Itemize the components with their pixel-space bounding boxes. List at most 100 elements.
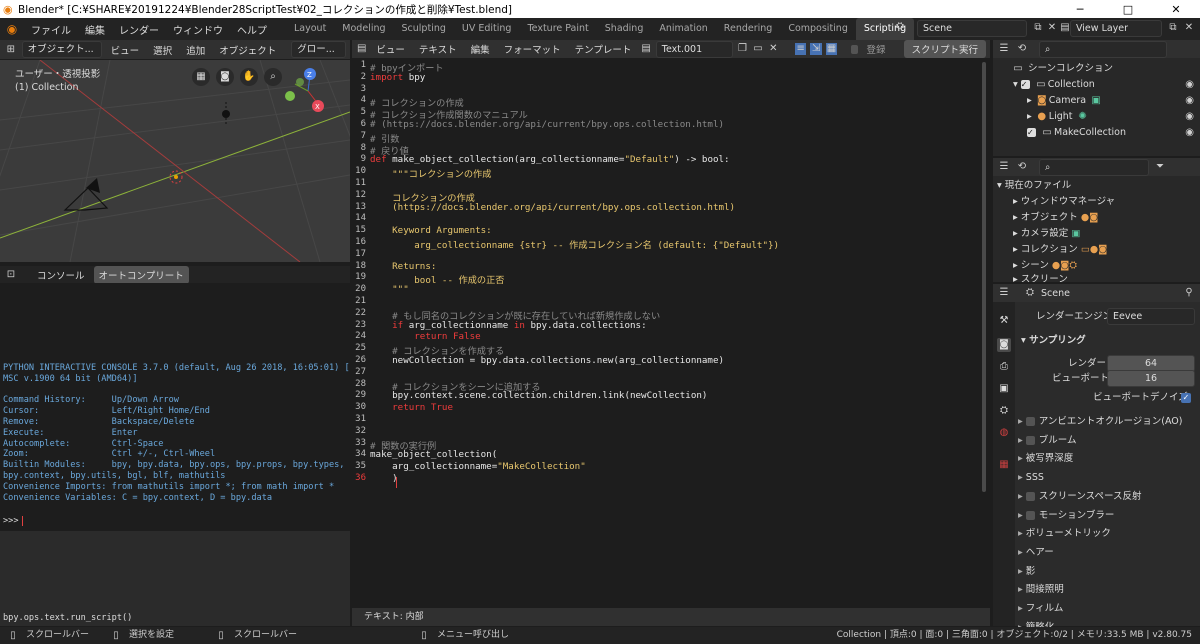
- 3d-viewport[interactable]: ユーザー・透視投影 (1) Collection ▦ ◙ ✋ ⌕ ZX: [0, 60, 350, 262]
- menu-window[interactable]: ウィンドウ: [166, 22, 230, 37]
- collection-checkbox[interactable]: [1020, 77, 1030, 92]
- viewport-menu-view[interactable]: ビュー: [106, 41, 145, 59]
- tab-animation[interactable]: Animation: [651, 18, 715, 40]
- camera-view-icon[interactable]: ◙: [216, 68, 234, 86]
- open-text-icon[interactable]: ▭: [752, 43, 763, 55]
- render-engine-dropdown[interactable]: Eevee: [1107, 308, 1195, 325]
- navigation-gizmo[interactable]: ZX: [282, 66, 332, 116]
- scene-selector[interactable]: Scene: [917, 20, 1027, 37]
- tab-sculpting[interactable]: Sculpting: [394, 18, 454, 40]
- viewport-samples-field[interactable]: 16: [1107, 370, 1195, 387]
- viewport-menu-object[interactable]: オブジェクト: [214, 41, 281, 59]
- menu-render[interactable]: レンダー: [112, 22, 166, 37]
- section-4[interactable]: ▸ スクリーンスペース反射: [1018, 488, 1198, 506]
- tab-uv-editing[interactable]: UV Editing: [454, 18, 520, 40]
- tab-shading[interactable]: Shading: [597, 18, 652, 40]
- file-cameras[interactable]: ▸ カメラ設定 ▣: [1013, 226, 1080, 241]
- properties-editor-type-icon[interactable]: ☰: [997, 287, 1011, 299]
- section-2[interactable]: ▸ 被写界深度: [1018, 450, 1198, 468]
- file-search-input[interactable]: ⌕: [1039, 158, 1149, 176]
- menu-help[interactable]: ヘルプ: [230, 22, 274, 37]
- new-scene-icon[interactable]: ⧉: [1031, 22, 1045, 34]
- outliner-item-collection[interactable]: ▾ ▭Collection◉: [1013, 77, 1200, 92]
- file-collections[interactable]: ▸ コレクション ▭●◙: [1013, 242, 1107, 257]
- menu-edit[interactable]: 編集: [78, 22, 112, 37]
- texture-tab-icon[interactable]: ▦: [997, 458, 1011, 472]
- editor-type-icon[interactable]: ⊞: [4, 44, 18, 56]
- tab-rendering[interactable]: Rendering: [716, 18, 781, 40]
- file-scenes[interactable]: ▸ シーン ●◙⛭: [1013, 258, 1077, 273]
- text-menu-edit[interactable]: 編集: [466, 40, 495, 58]
- zoom-icon[interactable]: ⌕: [264, 68, 282, 86]
- section-7[interactable]: ▸ ヘアー: [1018, 544, 1198, 562]
- file-objects[interactable]: ▸ オブジェクト ●◙: [1013, 210, 1098, 225]
- editor-scrollbar[interactable]: [982, 62, 986, 492]
- transform-orientation[interactable]: グロー...: [291, 41, 346, 58]
- register-checkbox[interactable]: [851, 44, 859, 54]
- python-console[interactable]: PYTHON INTERACTIVE CONSOLE 3.7.0 (defaul…: [0, 283, 350, 530]
- section-3[interactable]: ▸ SSS: [1018, 469, 1198, 487]
- outliner-scene-collection[interactable]: ▭ シーンコレクション: [1011, 61, 1113, 76]
- new-text-icon[interactable]: ❐: [737, 43, 748, 55]
- collection-checkbox[interactable]: [1027, 125, 1036, 140]
- section-9[interactable]: ▸ 間接照明: [1018, 581, 1198, 599]
- file-window-manager[interactable]: ▸ ウィンドウマネージャ: [1013, 194, 1115, 209]
- text-menu-templates[interactable]: テンプレート: [570, 40, 637, 58]
- sampling-section[interactable]: ▾ サンプリング: [1021, 333, 1086, 348]
- section-8[interactable]: ▸ 影: [1018, 563, 1198, 581]
- text-editor-type-icon[interactable]: ▤: [356, 43, 367, 55]
- file-current[interactable]: ▾ 現在のファイル: [997, 178, 1071, 193]
- text-menu-text[interactable]: テキスト: [414, 40, 462, 58]
- display-mode-icon[interactable]: ⟲: [1015, 43, 1029, 55]
- outliner[interactable]: ▭ シーンコレクション ▾ ▭Collection◉ ▸ ◙Camera ▣◉ …: [993, 58, 1200, 156]
- text-menu-view[interactable]: ビュー: [371, 40, 410, 58]
- world-tab-icon[interactable]: ◍: [997, 426, 1011, 440]
- line-numbers-icon[interactable]: ≡: [795, 43, 807, 55]
- tab-texture-paint[interactable]: Texture Paint: [519, 18, 596, 40]
- tab-layout[interactable]: Layout: [286, 18, 334, 40]
- syntax-highlight-icon[interactable]: ▦: [825, 43, 838, 55]
- view-layer-selector[interactable]: View Layer: [1070, 20, 1162, 37]
- file-editor-type-icon[interactable]: ☰: [997, 161, 1011, 173]
- section-checkbox[interactable]: [1025, 417, 1035, 426]
- file-display-mode-icon[interactable]: ⟲: [1015, 161, 1029, 173]
- menu-file[interactable]: ファイル: [24, 22, 78, 37]
- new-view-layer-icon[interactable]: ⧉: [1166, 22, 1180, 34]
- outliner-item-light[interactable]: ▸ ● Light ✺ ◉: [1027, 109, 1200, 124]
- outliner-search-input[interactable]: ⌕: [1039, 40, 1167, 58]
- section-10[interactable]: ▸ フィルム: [1018, 600, 1198, 618]
- eye-icon[interactable]: ◉: [1185, 125, 1194, 140]
- outliner-item-makecollection[interactable]: ▭MakeCollection◉: [1027, 125, 1200, 140]
- maximize-button[interactable]: □: [1104, 3, 1152, 16]
- pin-icon[interactable]: ⚲: [1182, 287, 1196, 299]
- section-0[interactable]: ▸ アンビエントオクルージョン(AO): [1018, 413, 1198, 431]
- autocomplete-tab[interactable]: オートコンプリート: [93, 265, 189, 284]
- outliner-item-camera[interactable]: ▸ ◙ Camera ▣ ◉: [1027, 93, 1200, 108]
- tab-modeling[interactable]: Modeling: [334, 18, 393, 40]
- minimize-button[interactable]: ─: [1056, 3, 1104, 16]
- filter-icon[interactable]: ⏷: [1153, 161, 1167, 173]
- text-editor[interactable]: 1 2 3 4 5 6 7 8 9 10 11 12 13 14 15 16 17 18 19 20 21 22 23 24 2…: [352, 58, 990, 606]
- text-datablock-name[interactable]: Text.001: [655, 40, 733, 58]
- mode-selector[interactable]: オブジェクト...: [21, 41, 102, 58]
- section-1[interactable]: ▸ ブルーム: [1018, 432, 1198, 450]
- section-6[interactable]: ▸ ボリューメトリック: [1018, 525, 1198, 543]
- section-checkbox[interactable]: [1025, 510, 1035, 520]
- pan-hand-icon[interactable]: ✋: [240, 68, 258, 86]
- word-wrap-icon[interactable]: ⇲: [810, 43, 822, 55]
- tool-tab-icon[interactable]: ⚒: [997, 314, 1011, 328]
- grid-view-icon[interactable]: ▦: [192, 68, 210, 86]
- view-layer-tab-icon[interactable]: ▣: [997, 382, 1011, 396]
- section-checkbox[interactable]: [1025, 435, 1035, 445]
- scene-tab-icon[interactable]: ⛭: [997, 404, 1011, 418]
- file-screens[interactable]: ▸ スクリーン: [1013, 272, 1068, 282]
- viewport-menu-select[interactable]: 選択: [148, 41, 177, 59]
- eye-icon[interactable]: ◉: [1185, 109, 1194, 124]
- text-browse-icon[interactable]: ▤: [640, 43, 651, 55]
- output-tab-icon[interactable]: ⎙: [997, 360, 1011, 374]
- section-checkbox[interactable]: [1025, 491, 1035, 501]
- delete-scene-icon[interactable]: ✕: [1045, 22, 1059, 34]
- close-button[interactable]: ✕: [1152, 3, 1200, 16]
- outliner-editor-type-icon[interactable]: ☰: [997, 43, 1011, 55]
- viewport-menu-add[interactable]: 追加: [181, 41, 210, 59]
